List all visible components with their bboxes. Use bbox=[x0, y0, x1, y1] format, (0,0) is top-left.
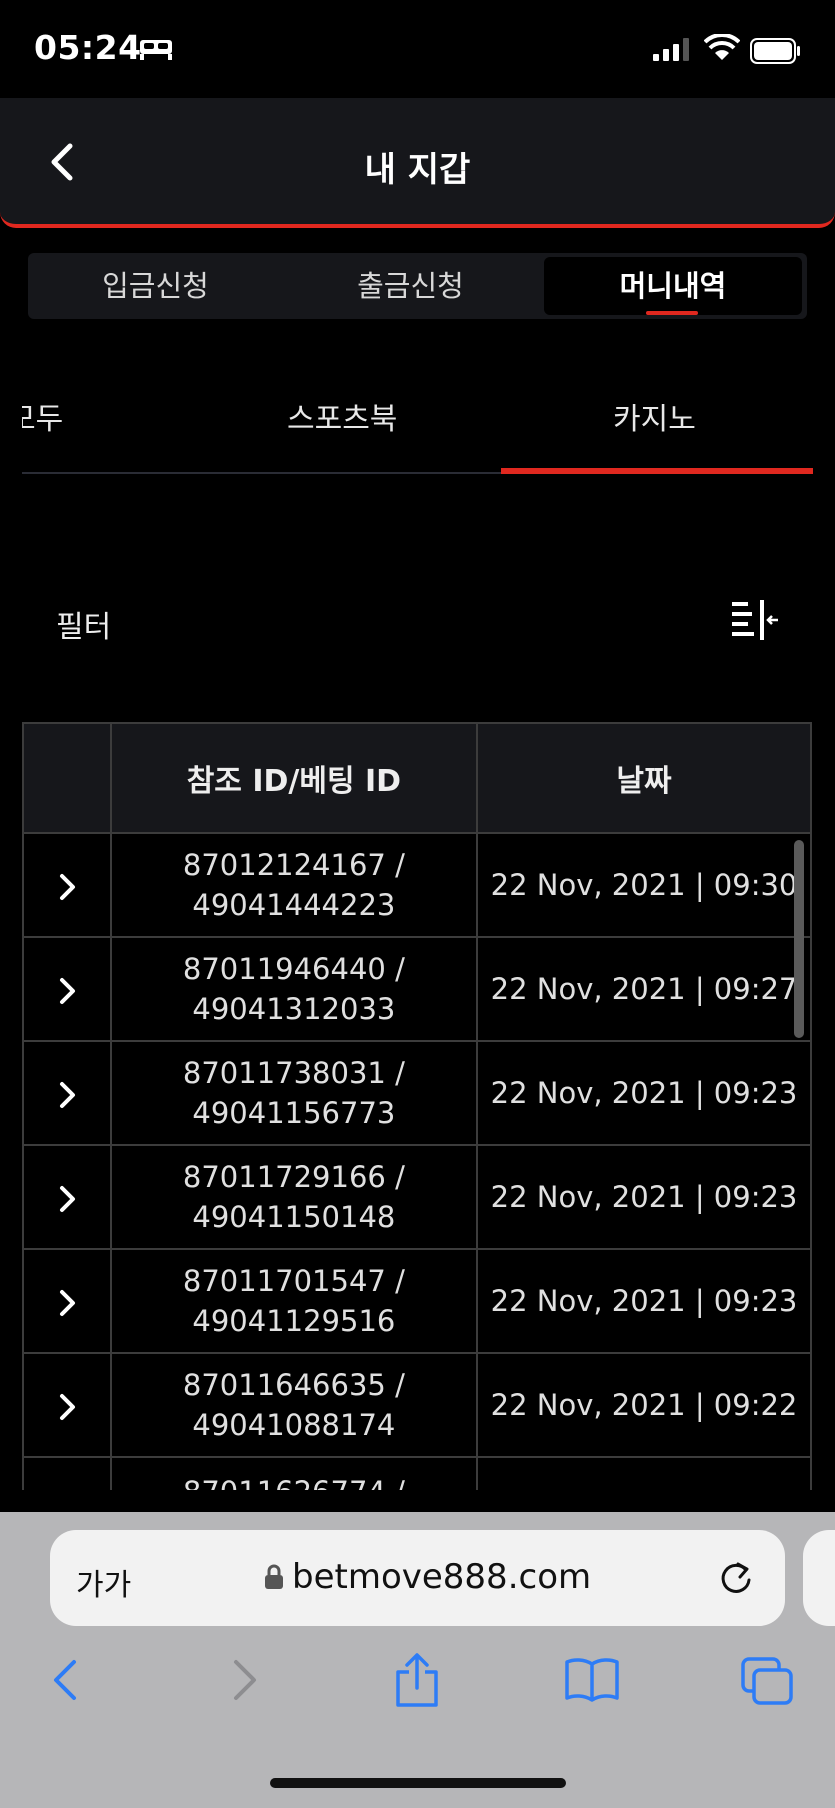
expand-cell[interactable] bbox=[22, 832, 112, 938]
active-subtab-indicator bbox=[501, 468, 813, 474]
filter-label[interactable]: 필터 bbox=[56, 602, 111, 646]
date-cell bbox=[476, 1456, 812, 1490]
subtab-casino[interactable]: 카지노 bbox=[613, 394, 696, 438]
ref-id: 87012124167 / bbox=[182, 848, 405, 882]
text-size-button[interactable]: 가가 bbox=[76, 1560, 131, 1604]
table-row[interactable]: 87011701547 / 49041129516 22 Nov, 2021 | … bbox=[22, 1248, 812, 1354]
date-cell: 22 Nov, 2021 | 09:23 bbox=[476, 1248, 812, 1354]
ref-id: 87011729166 / bbox=[182, 1160, 405, 1194]
expand-cell[interactable] bbox=[22, 1456, 112, 1490]
header-expand bbox=[22, 722, 112, 834]
active-segment-indicator bbox=[646, 311, 698, 315]
chevron-right-icon[interactable] bbox=[56, 976, 78, 1006]
bet-id: 49041150148 bbox=[192, 1200, 396, 1234]
id-cell: 87011738031 / 49041156773 bbox=[109, 1040, 479, 1146]
expand-cell[interactable] bbox=[22, 1248, 112, 1354]
date-cell: 22 Nov, 2021 | 09:30 bbox=[476, 832, 812, 938]
filter-toggle-icon[interactable] bbox=[730, 598, 780, 642]
url-text[interactable]: betmove888.com bbox=[292, 1557, 591, 1597]
header-ref-bet-id: 참조 ID/베팅 ID bbox=[109, 722, 479, 834]
bet-id: 49041088174 bbox=[192, 1408, 396, 1442]
table-header-row: 참조 ID/베팅 ID 날짜 bbox=[22, 722, 812, 834]
transaction-table: 참조 ID/베팅 ID 날짜 87012124167 / 49041444223 … bbox=[22, 722, 812, 1490]
date-cell: 22 Nov, 2021 | 09:23 bbox=[476, 1040, 812, 1146]
tab-money-history[interactable]: 머니내역 bbox=[544, 257, 802, 315]
tab-deposit-request[interactable]: 입금신청 bbox=[28, 253, 283, 319]
lock-icon bbox=[265, 1564, 283, 1589]
table-row[interactable]: 87011729166 / 49041150148 22 Nov, 2021 | … bbox=[22, 1144, 812, 1250]
chevron-right-icon[interactable] bbox=[56, 1080, 78, 1110]
table-row[interactable]: 87011626774 / bbox=[22, 1456, 812, 1490]
status-time: 05:24 bbox=[34, 28, 142, 67]
page-title: 내 지갑 bbox=[364, 150, 471, 190]
id-cell: 87011946440 / 49041312033 bbox=[109, 936, 479, 1042]
header-date: 날짜 bbox=[476, 722, 812, 834]
ref-id: 87011738031 / bbox=[182, 1056, 405, 1090]
date-cell: 22 Nov, 2021 | 09:22 bbox=[476, 1352, 812, 1458]
bet-id: 49041129516 bbox=[192, 1304, 396, 1338]
chevron-right-icon[interactable] bbox=[56, 1288, 78, 1318]
table-row[interactable]: 87012124167 / 49041444223 22 Nov, 2021 | … bbox=[22, 832, 812, 938]
id-cell: 87011701547 / 49041129516 bbox=[109, 1248, 479, 1354]
tab-withdraw-request[interactable]: 출금신청 bbox=[283, 253, 538, 319]
wifi-icon bbox=[704, 34, 740, 60]
ref-id: 87011701547 / bbox=[182, 1264, 405, 1298]
date-cell: 22 Nov, 2021 | 09:23 bbox=[476, 1144, 812, 1250]
ref-id: 87011626774 / bbox=[112, 1472, 476, 1490]
ref-id: 87011946440 / bbox=[182, 952, 405, 986]
expand-cell[interactable] bbox=[22, 1040, 112, 1146]
browser-back-icon[interactable] bbox=[48, 1656, 82, 1704]
expand-cell[interactable] bbox=[22, 1352, 112, 1458]
date-cell: 22 Nov, 2021 | 09:27 bbox=[476, 936, 812, 1042]
id-cell: 87011646635 / 49041088174 bbox=[109, 1352, 479, 1458]
chevron-right-icon[interactable] bbox=[56, 872, 78, 902]
table-scrollbar[interactable] bbox=[794, 840, 804, 1038]
reload-icon[interactable] bbox=[716, 1556, 756, 1600]
share-icon[interactable] bbox=[392, 1652, 442, 1708]
ref-id: 87011646635 / bbox=[182, 1368, 405, 1402]
id-cell: 87011626774 / bbox=[109, 1456, 479, 1490]
table-row[interactable]: 87011646635 / 49041088174 22 Nov, 2021 | … bbox=[22, 1352, 812, 1458]
id-cell: 87012124167 / 49041444223 bbox=[109, 832, 479, 938]
subtab-all[interactable]: 모두 bbox=[22, 394, 63, 438]
chevron-right-icon[interactable] bbox=[56, 1392, 78, 1422]
next-tab-address-bar[interactable] bbox=[803, 1530, 835, 1626]
cellular-signal-icon bbox=[653, 38, 689, 61]
expand-cell[interactable] bbox=[22, 1144, 112, 1250]
id-cell: 87011729166 / 49041150148 bbox=[109, 1144, 479, 1250]
expand-cell[interactable] bbox=[22, 936, 112, 1042]
table-row[interactable]: 87011738031 / 49041156773 22 Nov, 2021 | … bbox=[22, 1040, 812, 1146]
chevron-right-icon[interactable] bbox=[56, 1184, 78, 1214]
bet-id: 49041444223 bbox=[192, 888, 396, 922]
browser-forward-icon[interactable] bbox=[228, 1656, 262, 1704]
bet-id: 49041156773 bbox=[192, 1096, 396, 1130]
subtab-sportsbook[interactable]: 스포츠북 bbox=[287, 394, 397, 438]
bookmarks-icon[interactable] bbox=[564, 1656, 620, 1704]
battery-icon bbox=[750, 38, 800, 64]
bet-id: 49041312033 bbox=[192, 992, 396, 1026]
home-indicator[interactable] bbox=[270, 1778, 566, 1788]
bed-icon bbox=[140, 40, 172, 60]
table-row[interactable]: 87011946440 / 49041312033 22 Nov, 2021 | … bbox=[22, 936, 812, 1042]
history-category-tabs: 모두 스포츠북 카지노 bbox=[22, 380, 812, 475]
tabs-icon[interactable] bbox=[740, 1656, 794, 1706]
wallet-segment-tabs: 입금신청 출금신청 머니내역 bbox=[28, 253, 807, 319]
